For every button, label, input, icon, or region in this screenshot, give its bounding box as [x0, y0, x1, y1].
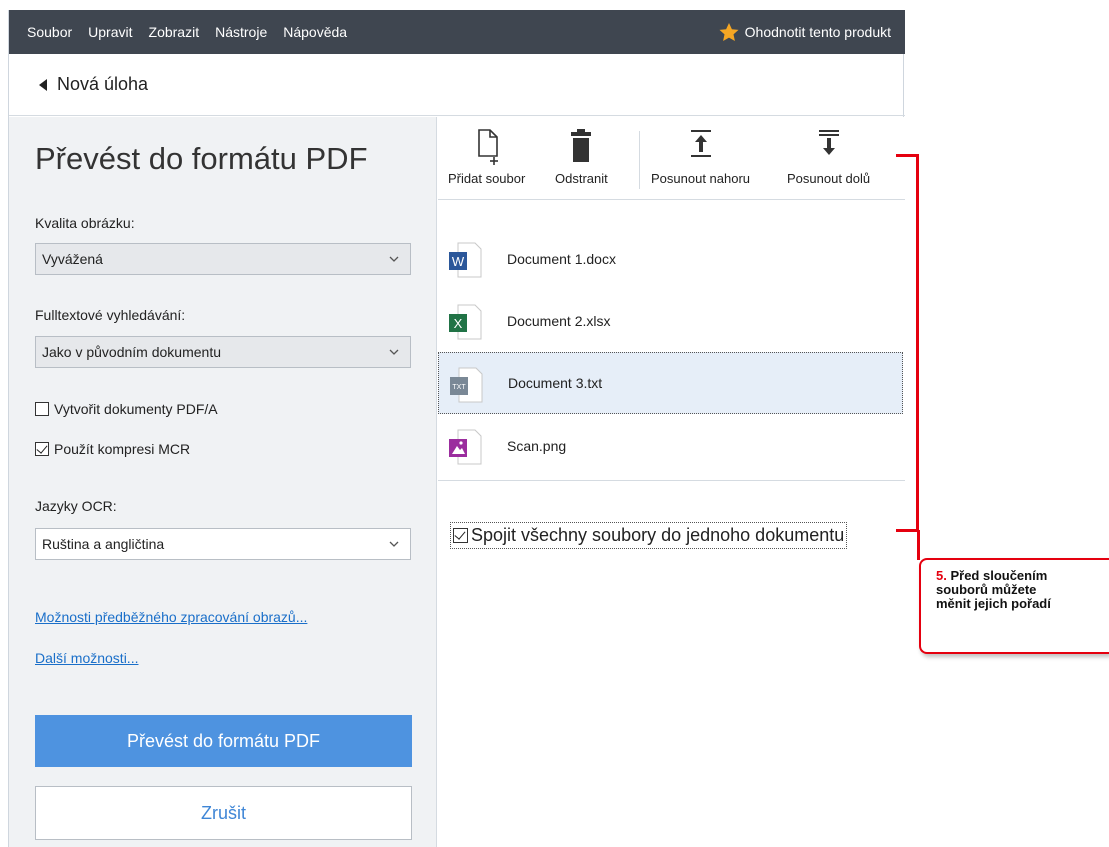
callout-line1: Před sloučením — [950, 568, 1048, 583]
preprocessing-options-link[interactable]: Možnosti předběžného zpracování obrazů..… — [35, 609, 307, 625]
file-list-divider — [438, 480, 905, 481]
file-panel: Přidat soubor Odstranit Posunout nahoru — [438, 117, 905, 847]
ocr-languages-select[interactable]: Ruština a angličtina — [35, 528, 411, 560]
callout-bracket — [907, 154, 919, 532]
merge-checkbox-box[interactable] — [453, 528, 468, 543]
more-options-link[interactable]: Další možnosti... — [35, 650, 138, 666]
rate-product-button[interactable]: Ohodnotit tento produkt — [719, 22, 905, 42]
chevron-down-icon — [389, 256, 399, 262]
remove-button[interactable]: Odstranit — [555, 127, 608, 186]
navigation-row: Nová úloha — [9, 54, 905, 116]
svg-text:X: X — [454, 316, 463, 331]
pdfa-checkbox-box[interactable] — [35, 402, 49, 416]
pdfa-label: Vytvořit dokumenty PDF/A — [54, 401, 218, 417]
pdfa-checkbox[interactable]: Vytvořit dokumenty PDF/A — [35, 401, 218, 417]
svg-text:TXT: TXT — [452, 384, 466, 391]
file-row[interactable]: Scan.png — [438, 415, 903, 477]
toolbar-separator — [639, 131, 640, 189]
excel-file-icon: X — [449, 304, 482, 340]
add-file-label: Přidat soubor — [448, 171, 526, 186]
fulltext-label: Fulltextové vyhledávání: — [35, 307, 186, 323]
chevron-down-icon — [389, 349, 399, 355]
text-file-icon: TXT — [450, 367, 483, 403]
file-name: Scan.png — [507, 438, 567, 454]
word-file-icon: W — [449, 242, 482, 278]
move-down-button[interactable]: Posunout dolů — [787, 127, 870, 186]
file-name: Document 3.txt — [508, 375, 603, 391]
callout-connector — [917, 530, 920, 560]
trash-icon — [571, 129, 592, 162]
menu-napoveda[interactable]: Nápověda — [275, 24, 355, 40]
image-file-icon — [449, 429, 482, 465]
merge-label: Spojit všechny soubory do jednoho dokume… — [471, 525, 845, 545]
add-file-button[interactable]: Přidat soubor — [448, 127, 525, 186]
callout-note: 5. Před sloučením souborů můžete měnit j… — [919, 558, 1109, 654]
menu-zobrazit[interactable]: Zobrazit — [141, 24, 208, 40]
file-name: Document 2.xlsx — [507, 313, 611, 329]
file-toolbar: Přidat soubor Odstranit Posunout nahoru — [438, 117, 905, 200]
file-row-selected[interactable]: TXT Document 3.txt — [438, 352, 903, 414]
file-row[interactable]: W Document 1.docx — [438, 228, 903, 290]
convert-button[interactable]: Převést do formátu PDF — [35, 715, 412, 767]
quality-label: Kvalita obrázku: — [35, 215, 135, 231]
svg-text:W: W — [452, 254, 465, 269]
mrc-checkbox[interactable]: Použít kompresi MCR — [35, 441, 190, 457]
quality-value: Vyvážená — [42, 251, 103, 267]
mrc-label: Použít kompresi MCR — [54, 441, 191, 457]
settings-panel: Převést do formátu PDF Kvalita obrázku: … — [9, 117, 437, 847]
page-title: Převést do formátu PDF — [35, 141, 368, 176]
back-button[interactable]: Nová úloha — [9, 74, 148, 95]
app-window: Soubor Upravit Zobrazit Nástroje Nápověd… — [8, 10, 905, 847]
mrc-checkbox-box[interactable] — [35, 442, 49, 456]
fulltext-value: Jako v původním dokumentu — [42, 344, 221, 360]
remove-label: Odstranit — [555, 171, 608, 186]
menu-nastroje[interactable]: Nástroje — [207, 24, 275, 40]
chevron-down-icon — [389, 541, 399, 547]
rate-product-label: Ohodnotit tento produkt — [744, 24, 891, 40]
callout-line2: souborů můžete — [936, 582, 1037, 597]
menu-upravit[interactable]: Upravit — [80, 24, 140, 40]
star-icon — [719, 22, 739, 41]
ocr-languages-label: Jazyky OCR: — [35, 498, 117, 514]
callout-bracket-bottom — [896, 529, 908, 532]
move-up-icon — [690, 130, 711, 157]
cancel-button[interactable]: Zrušit — [35, 786, 412, 840]
ocr-languages-value: Ruština a angličtina — [42, 536, 165, 552]
move-down-icon — [818, 130, 839, 155]
file-row[interactable]: X Document 2.xlsx — [438, 290, 903, 352]
fulltext-select[interactable]: Jako v původním dokumentu — [35, 336, 411, 368]
move-down-label: Posunout dolů — [787, 171, 871, 186]
file-name: Document 1.docx — [507, 251, 616, 267]
menu-bar: Soubor Upravit Zobrazit Nástroje Nápověd… — [9, 10, 905, 54]
callout-line3: měnit jejich pořadí — [936, 596, 1051, 611]
callout-number: 5. — [936, 568, 947, 583]
quality-select[interactable]: Vyvážená — [35, 243, 411, 275]
move-up-label: Posunout nahoru — [651, 171, 751, 186]
move-up-button[interactable]: Posunout nahoru — [651, 127, 750, 186]
menu-soubor[interactable]: Soubor — [9, 24, 80, 40]
add-file-icon — [477, 129, 498, 165]
back-triangle-icon — [39, 78, 47, 91]
back-label: Nová úloha — [57, 74, 149, 94]
merge-checkbox[interactable]: Spojit všechny soubory do jednoho dokume… — [450, 522, 848, 549]
